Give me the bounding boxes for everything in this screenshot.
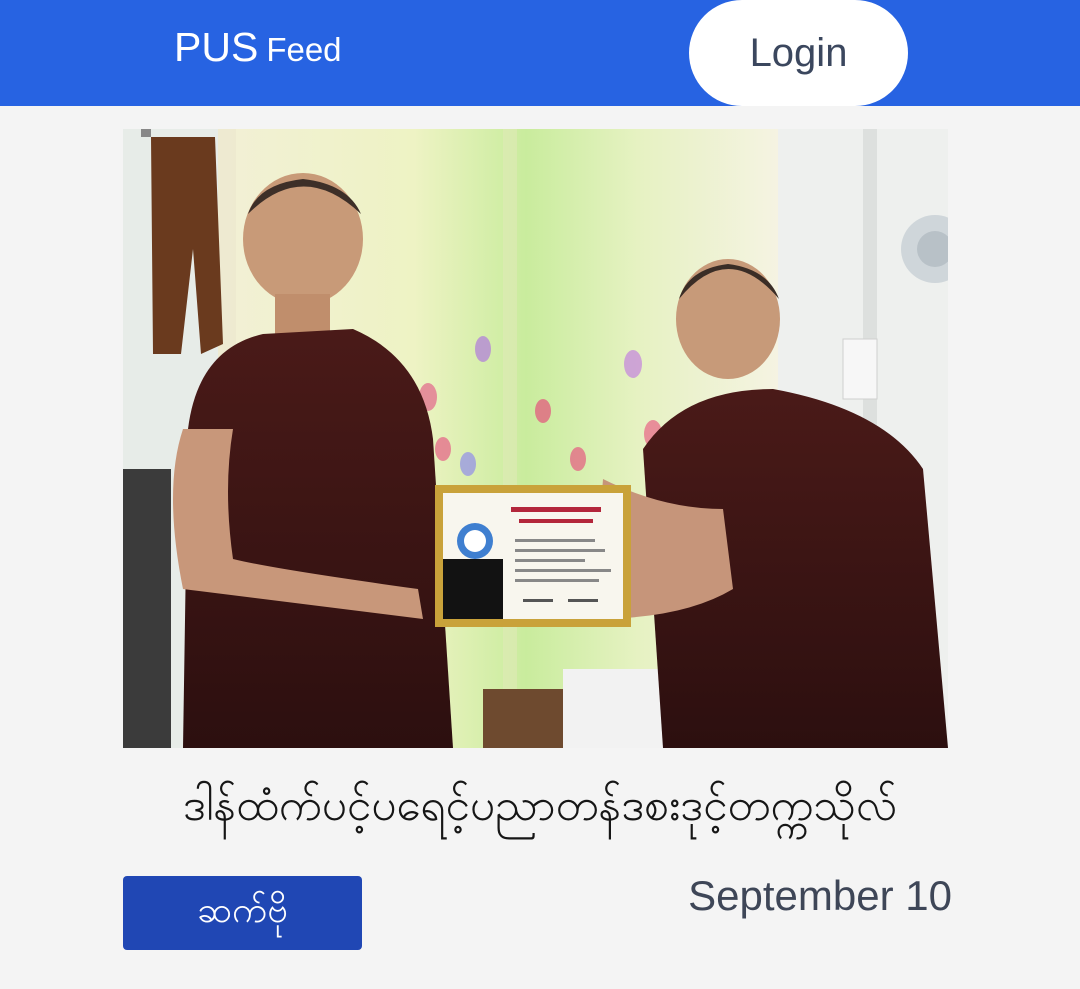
photo-illustration <box>123 129 948 748</box>
login-button[interactable]: Login <box>689 0 908 106</box>
post-date: September 10 <box>688 872 952 919</box>
brand-logo[interactable]: PUS Feed <box>174 24 342 71</box>
top-bar: PUS Feed Login <box>0 0 1080 106</box>
post-title: ဒါန်ထံက်ပင့်ပရေင့်ပညာတန်ဒစးဒုင့်တက္ကသိုလ… <box>182 780 898 831</box>
post-photo[interactable] <box>123 129 948 748</box>
brand-main-text: PUS <box>174 24 259 70</box>
brand-sub-text: Feed <box>266 31 342 68</box>
read-more-button[interactable]: ဆက်ဗို <box>123 876 362 950</box>
